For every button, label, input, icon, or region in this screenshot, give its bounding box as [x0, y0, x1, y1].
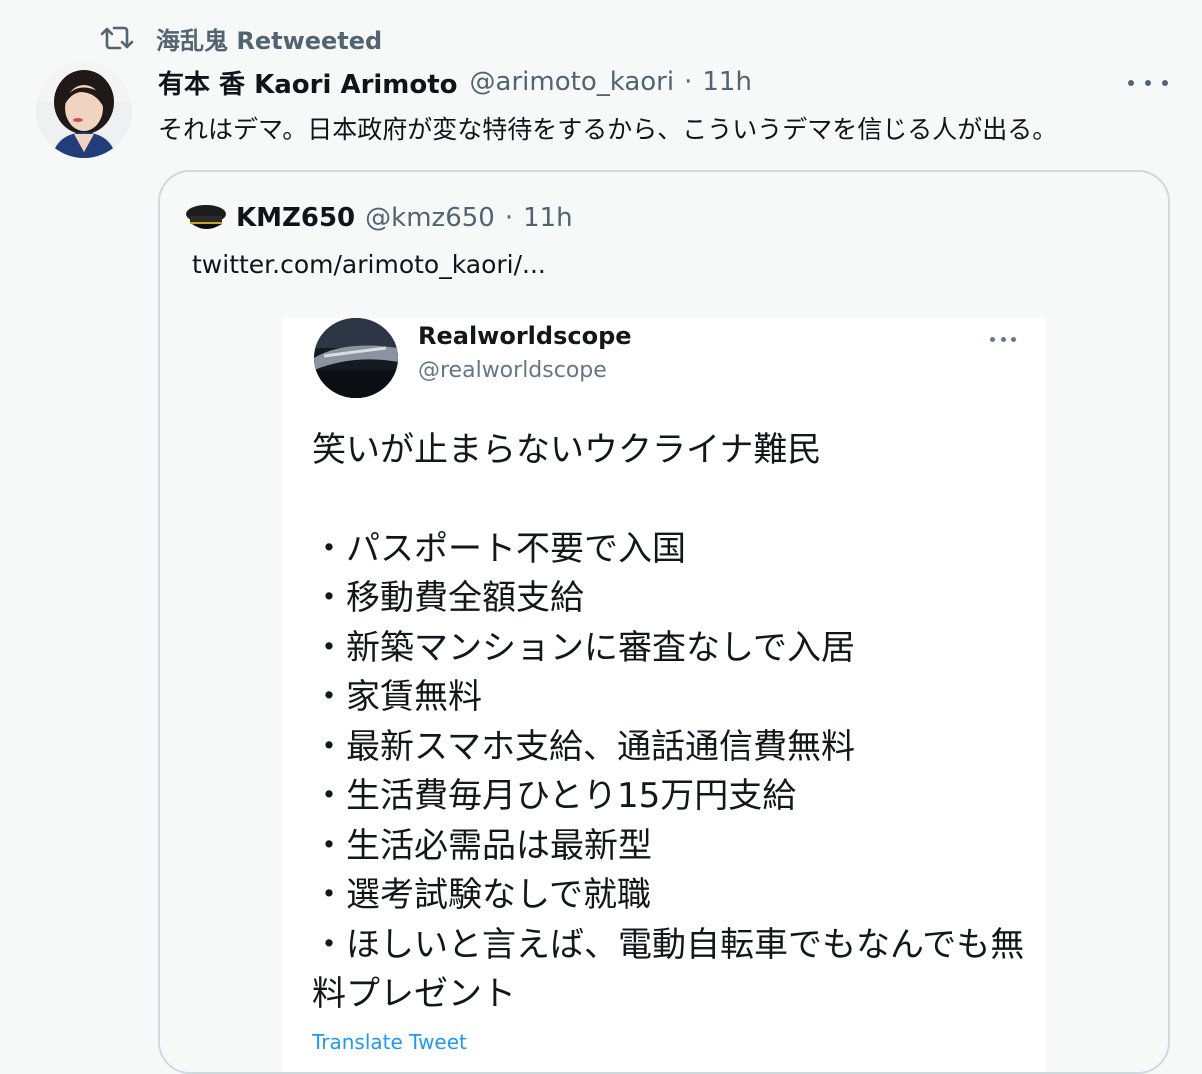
list-item: ・生活費毎月ひとり15万円支給 [312, 776, 797, 816]
profile-avatar[interactable] [36, 62, 132, 158]
tweet[interactable]: 海乱鬼 Retweeted 有本 香 Kaori Arimoto @arimot… [0, 0, 1202, 1074]
list-item: ・最新スマホ支給、通話通信費無料 [312, 726, 855, 767]
avatar-image [36, 62, 132, 158]
tweet-text: それはデマ。日本政府が変な特待をするから、こういうデマを信じる人が出る。 [158, 115, 1058, 144]
quote-author-handle[interactable]: @kmz650 [365, 203, 495, 233]
quote-author-name[interactable]: KMZ650 [236, 203, 355, 233]
separator-dot: · [684, 67, 693, 97]
list-item: ・生活必需品は最新型 [312, 825, 652, 866]
quote-timestamp[interactable]: 11h [523, 203, 573, 233]
embedded-heading: 笑いが止まらないウクライナ難民 [312, 430, 822, 470]
tweet-timestamp[interactable]: 11h [702, 67, 752, 97]
embedded-author-name: Realworldscope [418, 322, 632, 350]
list-item: ・ほしいと言えば、電動自転車でもなんでも無料プレゼント [312, 924, 1025, 1015]
more-icon [990, 334, 1016, 344]
embedded-tweet-body: 笑いが止まらないウクライナ難民 ・パスポート不要で入国 ・移動費全額支給 ・新築… [312, 426, 1032, 1020]
list-item: ・家賃無料 [312, 677, 482, 717]
tweet-header: 有本 香 Kaori Arimoto @arimoto_kaori · 11h [158, 62, 752, 102]
separator-dot: · [504, 203, 514, 233]
author-handle[interactable]: @arimoto_kaori [470, 67, 675, 97]
embedded-avatar [314, 318, 398, 398]
author-name[interactable]: 有本 香 Kaori Arimoto [158, 64, 458, 101]
retweet-context[interactable]: 海乱鬼 Retweeted [100, 22, 383, 55]
quote-tweet-card[interactable]: KMZ650 @kmz650 · 11h twitter.com/arimoto… [158, 170, 1170, 1074]
list-item: ・選考試験なしで就職 [312, 875, 651, 915]
retweet-label: 海乱鬼 Retweeted [156, 26, 383, 55]
translate-tweet-link: Translate Tweet [312, 1030, 467, 1054]
list-item: ・移動費全額支給 [312, 578, 584, 618]
captain-hat-icon [186, 205, 226, 229]
embedded-author-handle: @realworldscope [418, 358, 607, 383]
more-icon[interactable] [1128, 70, 1168, 96]
list-item: ・新築マンションに審査なしで入居 [312, 627, 855, 668]
quote-link[interactable]: twitter.com/arimoto_kaori/... [192, 250, 546, 279]
list-item: ・パスポート不要で入国 [312, 528, 686, 569]
quote-header: KMZ650 @kmz650 · 11h [184, 200, 573, 236]
retweet-icon [100, 26, 134, 50]
embedded-tweet-image[interactable]: Realworldscope @realworldscope 笑いが止まらないウ… [282, 318, 1046, 1072]
